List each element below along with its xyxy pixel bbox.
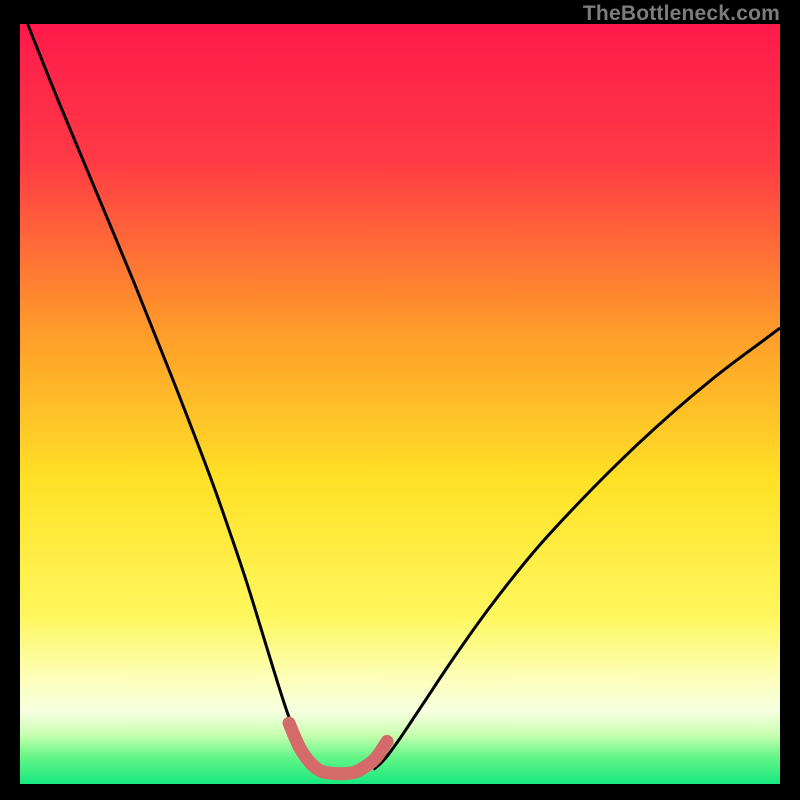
chart-curves [20,24,780,784]
series-left-curve [28,24,321,770]
series-right-curve [373,328,780,770]
watermark-text: TheBottleneck.com [583,2,780,26]
series-dip-highlight [289,723,387,773]
plot-area [20,24,780,784]
chart-frame: TheBottleneck.com [0,0,800,800]
